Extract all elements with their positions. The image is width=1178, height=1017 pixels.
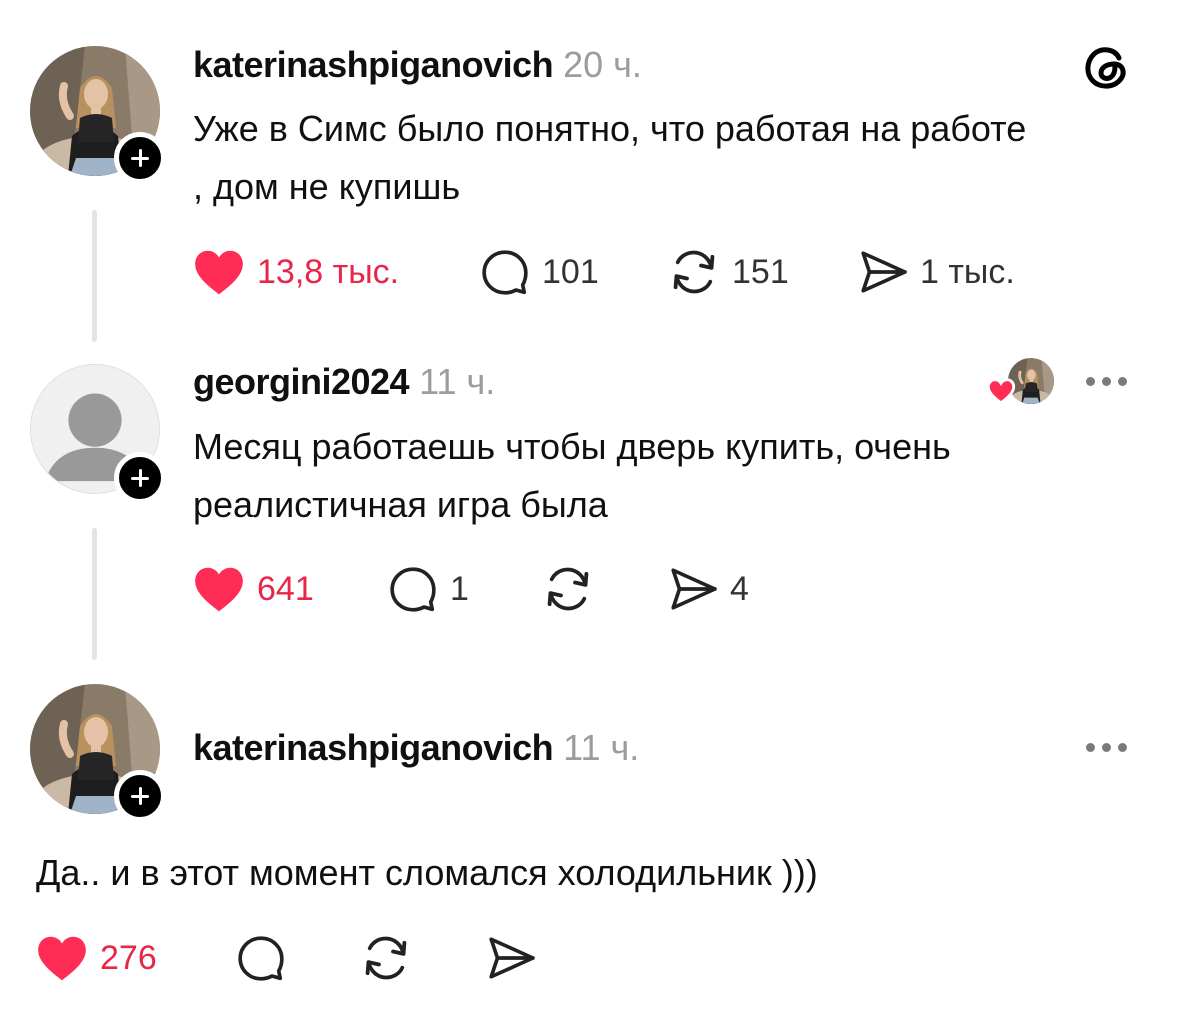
thread-connector-line <box>92 528 97 660</box>
username[interactable]: georgini2024 <box>193 361 410 402</box>
username[interactable]: katerinashpiganovich <box>193 727 554 768</box>
heart-icon <box>193 248 245 296</box>
send-icon <box>668 564 718 614</box>
repost-button[interactable] <box>542 563 606 615</box>
comment-button[interactable] <box>236 932 286 984</box>
comment-bubble-icon <box>480 247 530 297</box>
post-text-line: Да.. и в этот момент сломался холодильни… <box>36 852 818 893</box>
share-count: 1 тыс. <box>920 252 1015 291</box>
like-button[interactable]: 13,8 тыс. <box>193 246 399 298</box>
repost-icon <box>542 563 594 615</box>
share-button[interactable]: 4 <box>668 563 749 615</box>
share-button[interactable] <box>486 932 536 984</box>
comment-button[interactable]: 101 <box>480 246 599 298</box>
more-options-icon[interactable] <box>1086 377 1127 386</box>
post-time: 11 ч. <box>563 727 640 768</box>
send-icon <box>486 933 536 983</box>
post-time: 20 ч. <box>563 44 642 85</box>
comment-bubble-icon <box>236 933 286 983</box>
repost-icon <box>360 932 412 984</box>
like-button[interactable]: 276 <box>36 932 157 984</box>
repost-count: 151 <box>732 252 789 291</box>
heart-icon <box>36 934 88 982</box>
follow-plus-icon[interactable] <box>114 770 166 822</box>
post-text-line: реалистичная игра была <box>193 484 608 525</box>
post-time: 11 ч. <box>419 361 496 402</box>
heart-icon <box>986 378 1016 405</box>
repost-icon <box>668 246 720 298</box>
more-options-icon[interactable] <box>1086 743 1127 752</box>
follow-plus-icon[interactable] <box>114 132 166 184</box>
username[interactable]: katerinashpiganovich <box>193 44 554 85</box>
send-icon <box>858 247 908 297</box>
share-count: 4 <box>730 569 749 608</box>
thread-connector-line <box>92 210 97 342</box>
repost-button[interactable] <box>360 932 412 984</box>
comment-count: 1 <box>450 569 469 608</box>
like-count: 276 <box>100 938 157 977</box>
follow-plus-icon[interactable] <box>114 452 166 504</box>
heart-icon <box>193 565 245 613</box>
like-button[interactable]: 641 <box>193 563 314 615</box>
comment-bubble-icon <box>388 564 438 614</box>
post-text-line: , дом не купишь <box>193 166 461 207</box>
like-count: 641 <box>257 569 314 608</box>
threads-logo-icon[interactable] <box>1084 44 1128 90</box>
like-count: 13,8 тыс. <box>257 252 400 291</box>
comment-count: 101 <box>542 252 599 291</box>
author-liked-indicator <box>984 356 1058 408</box>
post-text-line: Месяц работаешь чтобы дверь купить, очен… <box>193 426 951 467</box>
share-button[interactable]: 1 тыс. <box>858 246 1015 298</box>
repost-button[interactable]: 151 <box>668 246 789 298</box>
comment-button[interactable]: 1 <box>388 563 469 615</box>
post-text-line: Уже в Симс было понятно, что работая на … <box>193 108 1027 149</box>
